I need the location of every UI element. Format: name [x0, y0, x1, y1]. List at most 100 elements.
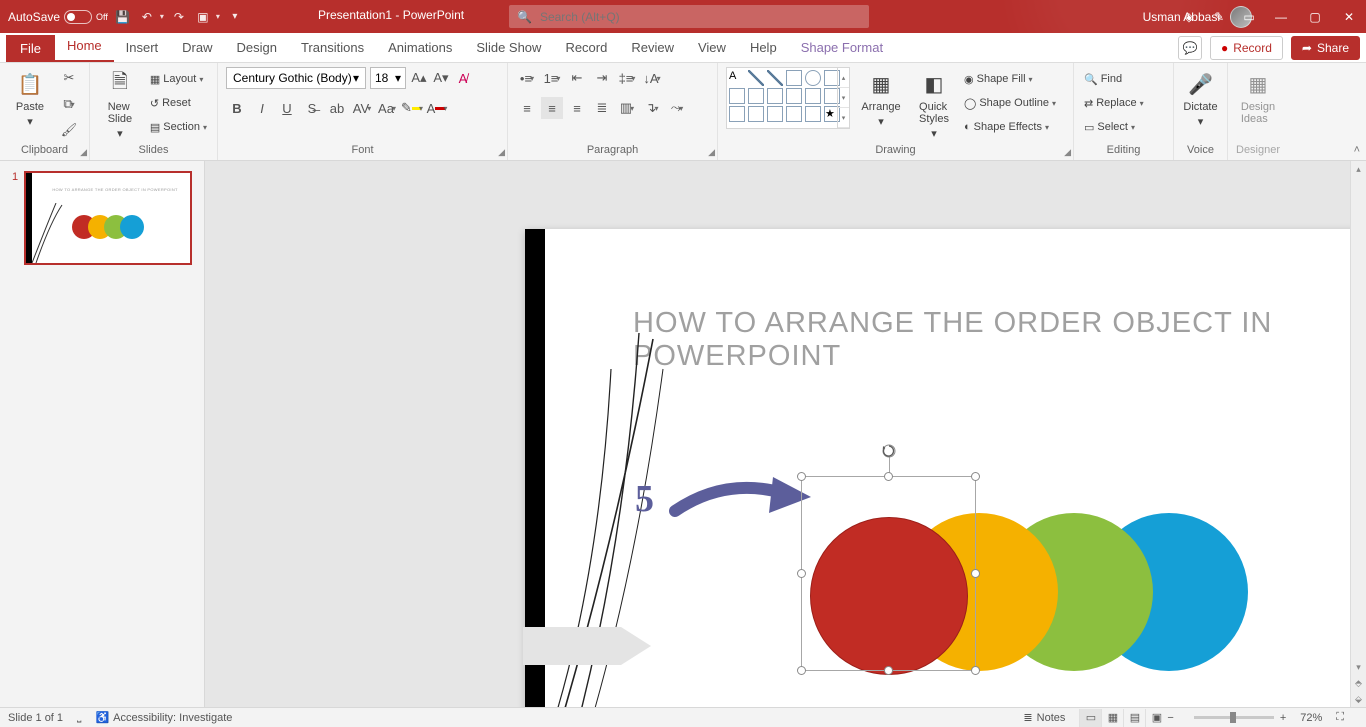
slide-title[interactable]: HOW TO ARRANGE THE ORDER OBJECT IN POWER…: [633, 307, 1366, 373]
sorter-view-icon[interactable]: ▦: [1101, 709, 1123, 727]
handle-n[interactable]: [884, 472, 893, 481]
char-spacing-icon[interactable]: AV▾: [351, 97, 373, 119]
present-icon[interactable]: ▣: [194, 8, 212, 26]
qat-customize-icon[interactable]: ▾: [226, 8, 244, 26]
zoom-out-icon[interactable]: −: [1167, 712, 1173, 724]
zoom-slider[interactable]: [1194, 716, 1274, 719]
reading-view-icon[interactable]: ▤: [1123, 709, 1145, 727]
slide-canvas[interactable]: HOW TO ARRANGE THE ORDER OBJECT IN POWER…: [525, 229, 1366, 707]
quick-styles-button[interactable]: ◧ Quick Styles▾: [912, 67, 956, 140]
handle-se[interactable]: [971, 666, 980, 675]
layout-button[interactable]: ▦ Layout▾: [148, 69, 209, 89]
dictate-button[interactable]: 🎤 Dictate▾: [1182, 67, 1219, 128]
align-left-icon[interactable]: ≡: [516, 97, 538, 119]
shape-fill-button[interactable]: ◉ Shape Fill▾: [962, 69, 1058, 89]
maximize-button[interactable]: ▢: [1298, 0, 1332, 33]
select-button[interactable]: ▭ Select▾: [1082, 117, 1146, 137]
italic-icon[interactable]: I: [251, 97, 273, 119]
launcher-icon[interactable]: ◢: [708, 147, 715, 158]
slide-counter[interactable]: Slide 1 of 1: [8, 712, 63, 724]
clear-format-icon[interactable]: A̸: [454, 67, 472, 89]
format-painter-icon[interactable]: 🖌: [58, 119, 80, 141]
tab-home[interactable]: Home: [55, 32, 114, 62]
accessibility-status[interactable]: ♿Accessibility: Investigate: [95, 711, 232, 724]
smartart-icon[interactable]: ⤳▾: [666, 97, 688, 119]
line-spacing-icon[interactable]: ‡≡▾: [616, 67, 638, 89]
handle-e[interactable]: [971, 569, 980, 578]
minimize-button[interactable]: —: [1264, 0, 1298, 33]
prev-slide-icon[interactable]: ⬘: [1351, 675, 1366, 691]
coming-soon-icon[interactable]: ✎: [1204, 0, 1234, 33]
undo-icon[interactable]: ↶: [138, 8, 156, 26]
bullets-icon[interactable]: •≡▾: [516, 67, 538, 89]
section-button[interactable]: ▤ Section▾: [148, 117, 209, 137]
font-color-icon[interactable]: A▾: [426, 97, 448, 119]
vertical-scrollbar[interactable]: ▴ ▾ ⬘⬙: [1350, 161, 1366, 707]
rotate-handle[interactable]: [881, 443, 897, 459]
thumbnail-pane[interactable]: 1 HOW TO ARRANGE THE ORDER OBJECT IN POW…: [0, 161, 205, 707]
paste-button[interactable]: 📋 Paste ▾: [8, 67, 52, 128]
new-slide-button[interactable]: 🗎 New Slide▾: [98, 67, 142, 140]
decrease-font-icon[interactable]: A▾: [432, 67, 450, 89]
handle-w[interactable]: [797, 569, 806, 578]
launcher-icon[interactable]: ◢: [498, 147, 505, 158]
search-input[interactable]: [540, 10, 861, 24]
fit-window-icon[interactable]: ⛶: [1336, 711, 1344, 724]
handle-s[interactable]: [884, 666, 893, 675]
slideshow-view-icon[interactable]: ▣: [1145, 709, 1167, 727]
shape-effects-button[interactable]: ◐ Shape Effects▾: [962, 117, 1058, 137]
next-slide-icon[interactable]: ⬙: [1351, 691, 1366, 707]
slide-thumbnail-1[interactable]: HOW TO ARRANGE THE ORDER OBJECT IN POWER…: [24, 171, 192, 265]
justify-icon[interactable]: ≣: [591, 97, 613, 119]
arrange-button[interactable]: ▦ Arrange▾: [856, 67, 906, 128]
font-name-select[interactable]: Century Gothic (Body)▾: [226, 67, 366, 89]
tab-insert[interactable]: Insert: [114, 34, 171, 62]
record-button[interactable]: ●Record: [1210, 36, 1283, 60]
redo-icon[interactable]: ↷: [170, 8, 188, 26]
gray-arrow-shape[interactable]: [523, 619, 653, 673]
replace-button[interactable]: ⇄ Replace ▾: [1082, 93, 1146, 113]
bold-icon[interactable]: B: [226, 97, 248, 119]
indent-icon[interactable]: ⇥: [591, 67, 613, 89]
tab-slideshow[interactable]: Slide Show: [464, 34, 553, 62]
handle-nw[interactable]: [797, 472, 806, 481]
zoom-in-icon[interactable]: +: [1280, 712, 1286, 724]
selection-frame[interactable]: [801, 476, 976, 671]
comments-button[interactable]: 💬: [1178, 36, 1202, 60]
save-icon[interactable]: 💾: [114, 8, 132, 26]
highlight-icon[interactable]: ✎▾: [401, 97, 423, 119]
search-box[interactable]: 🔍: [509, 5, 869, 28]
underline-icon[interactable]: U: [276, 97, 298, 119]
copy-icon[interactable]: ⧉▾: [58, 93, 80, 115]
close-button[interactable]: ✕: [1332, 0, 1366, 33]
tab-animations[interactable]: Animations: [376, 34, 464, 62]
notes-button[interactable]: ≣Notes: [1023, 711, 1065, 724]
collapse-ribbon-icon[interactable]: ˄: [1354, 144, 1360, 156]
tab-draw[interactable]: Draw: [170, 34, 224, 62]
normal-view-icon[interactable]: ▭: [1079, 709, 1101, 727]
font-size-select[interactable]: 18▾: [370, 67, 406, 89]
outdent-icon[interactable]: ⇤: [566, 67, 588, 89]
handle-sw[interactable]: [797, 666, 806, 675]
design-ideas-button[interactable]: ▦ Design Ideas: [1236, 67, 1280, 125]
tab-view[interactable]: View: [686, 34, 738, 62]
tab-transitions[interactable]: Transitions: [289, 34, 376, 62]
handle-ne[interactable]: [971, 472, 980, 481]
present-menu[interactable]: ▾: [216, 12, 220, 21]
numbering-icon[interactable]: 1≡▾: [541, 67, 563, 89]
share-button[interactable]: ➦Share: [1291, 36, 1360, 60]
text-direction-icon[interactable]: ↴▾: [641, 97, 663, 119]
change-case-icon[interactable]: Aa▾: [376, 97, 398, 119]
align-center-icon[interactable]: ≡: [541, 97, 563, 119]
cut-icon[interactable]: ✂: [58, 67, 80, 89]
increase-font-icon[interactable]: A▴: [410, 67, 428, 89]
find-button[interactable]: 🔍 Find: [1082, 69, 1146, 89]
shape-gallery[interactable]: A ★ ▴▾▾: [726, 67, 850, 129]
launcher-icon[interactable]: ◢: [80, 147, 87, 158]
tab-shape-format[interactable]: Shape Format: [789, 34, 895, 62]
sort-icon[interactable]: ↓A▾: [641, 67, 663, 89]
align-right-icon[interactable]: ≡: [566, 97, 588, 119]
zoom-value[interactable]: 72%: [1300, 712, 1322, 724]
tab-record[interactable]: Record: [553, 34, 619, 62]
tab-design[interactable]: Design: [225, 34, 289, 62]
